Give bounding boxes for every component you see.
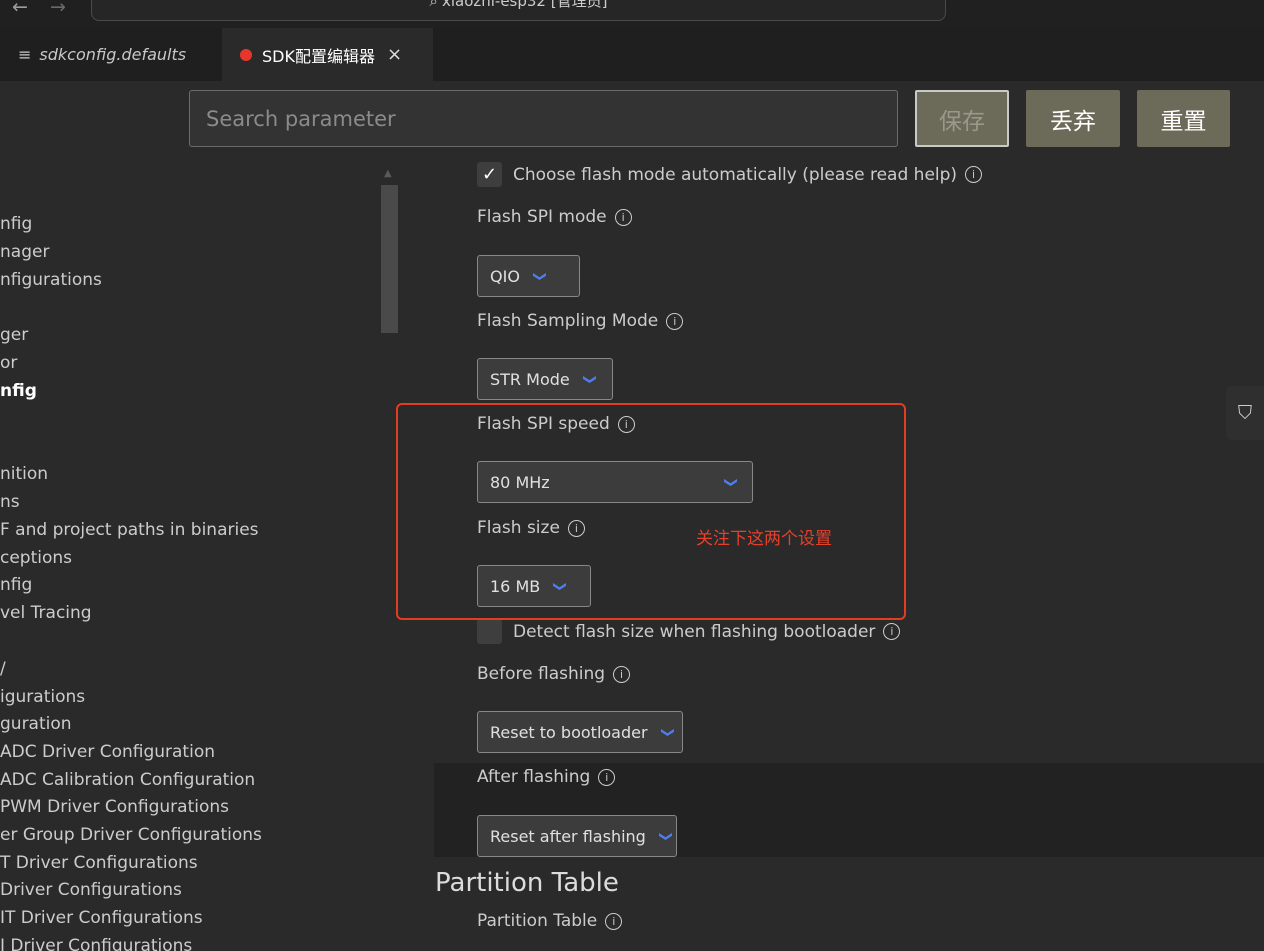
info-icon[interactable]: i: [605, 912, 623, 930]
info-icon[interactable]: i: [965, 166, 983, 183]
window-title: xiaozhi-esp32 [管理员]: [441, 0, 608, 10]
setting-label: Partition Table: [477, 911, 598, 931]
window-title-wrap: ⌕ xiaozhi-esp32 [管理员]: [92, 0, 945, 11]
tab-strip: ≡ sdkconfig.defaults SDK配置编辑器 ×: [0, 28, 1264, 81]
reset-button[interactable]: 重置: [1137, 90, 1230, 147]
tree-item[interactable]: nfig: [0, 575, 32, 595]
tree-item[interactable]: ADC Driver Configuration: [0, 742, 215, 762]
sampling-mode-select[interactable]: STR Mode ❯: [477, 358, 613, 400]
title-bar: ← → ⌕ xiaozhi-esp32 [管理员]: [0, 0, 1264, 28]
before-flashing-select[interactable]: Reset to bootloader ❯: [477, 711, 683, 753]
tab-label: SDK配置编辑器: [262, 46, 375, 66]
info-icon[interactable]: i: [613, 665, 631, 683]
before-label-row: Before flashing i: [477, 664, 631, 684]
tree-item[interactable]: /: [0, 659, 6, 679]
tree-item[interactable]: nager: [0, 242, 49, 262]
tree-item[interactable]: I Driver Configurations: [0, 936, 192, 951]
sampling-label-row: Flash Sampling Mode i: [477, 311, 684, 331]
chevron-down-icon: ❯: [581, 373, 597, 385]
spi-mode-select[interactable]: QIO ❯: [477, 255, 580, 297]
config-tree: nfig nager nfigurations ger or nfig niti…: [0, 160, 380, 951]
spi-mode-label-row: Flash SPI mode i: [477, 207, 632, 227]
tree-item[interactable]: or: [0, 353, 17, 373]
tree-scrollbar[interactable]: [381, 185, 398, 333]
select-value: STR Mode: [490, 369, 570, 389]
auto-mode-row: ✓ Choose flash mode automatically (pleas…: [477, 162, 983, 187]
tree-item[interactable]: er Group Driver Configurations: [0, 825, 262, 845]
chevron-down-icon: ❯: [531, 270, 547, 282]
chevron-down-icon: ❯: [659, 726, 675, 738]
after-flashing-select[interactable]: Reset after flashing ❯: [477, 815, 677, 857]
save-button[interactable]: 保存: [915, 90, 1009, 147]
tree-item[interactable]: igurations: [0, 687, 85, 707]
auto-mode-checkbox[interactable]: ✓: [477, 162, 502, 187]
tree-item[interactable]: vel Tracing: [0, 603, 92, 623]
setting-label: Before flashing: [477, 664, 606, 684]
info-icon[interactable]: i: [598, 768, 616, 786]
tree-item[interactable]: ger: [0, 325, 28, 345]
setting-label: Flash SPI mode: [477, 207, 607, 227]
back-arrow-icon[interactable]: ←: [12, 0, 28, 17]
info-icon[interactable]: i: [666, 312, 684, 330]
close-icon[interactable]: ×: [387, 44, 402, 65]
tab-sdkconfig-defaults[interactable]: ≡ sdkconfig.defaults: [0, 28, 222, 81]
tree-item[interactable]: nfigurations: [0, 270, 102, 290]
annotation-box: [396, 403, 906, 620]
tab-sdk-config-editor[interactable]: SDK配置编辑器 ×: [222, 28, 433, 81]
shield-icon[interactable]: ⛉: [1226, 386, 1264, 440]
select-value: QIO: [490, 266, 520, 286]
partition-label-row: Partition Table i: [477, 911, 623, 931]
chevron-down-icon: ❯: [657, 830, 673, 842]
search-icon: ⌕: [429, 0, 438, 10]
tree-item[interactable]: PWM Driver Configurations: [0, 797, 229, 817]
section-title: Partition Table: [435, 868, 619, 898]
scroll-up-arrow-icon[interactable]: ▲: [384, 168, 392, 179]
detect-size-checkbox[interactable]: [477, 619, 502, 644]
annotation-text: 关注下这两个设置: [696, 529, 832, 549]
info-icon[interactable]: i: [883, 623, 901, 640]
select-value: Reset after flashing: [490, 826, 646, 846]
search-input[interactable]: [189, 90, 898, 147]
select-value: Reset to bootloader: [490, 722, 648, 742]
tree-item[interactable]: ns: [0, 492, 20, 512]
info-icon[interactable]: i: [614, 208, 632, 226]
setting-label: Detect flash size when flashing bootload…: [513, 621, 876, 642]
after-label-row: After flashing i: [477, 767, 616, 787]
tab-label: sdkconfig.defaults: [39, 45, 187, 64]
discard-button[interactable]: 丢弃: [1026, 90, 1120, 147]
tree-item-selected[interactable]: nfig: [0, 381, 37, 401]
tree-item[interactable]: guration: [0, 714, 72, 734]
tree-item[interactable]: Driver Configurations: [0, 880, 182, 900]
tree-item[interactable]: ADC Calibration Configuration: [0, 770, 255, 790]
tree-item[interactable]: T Driver Configurations: [0, 853, 198, 873]
forward-arrow-icon[interactable]: →: [50, 0, 66, 17]
tree-item[interactable]: ceptions: [0, 548, 72, 568]
espressif-icon: [240, 48, 252, 61]
setting-label: After flashing: [477, 767, 591, 787]
tree-item[interactable]: IT Driver Configurations: [0, 908, 203, 928]
tree-item[interactable]: nfig: [0, 214, 32, 234]
detect-row: Detect flash size when flashing bootload…: [477, 619, 901, 644]
tree-item[interactable]: F and project paths in binaries: [0, 520, 259, 540]
command-center[interactable]: ⌕ xiaozhi-esp32 [管理员]: [91, 0, 946, 21]
setting-label: Choose flash mode automatically (please …: [513, 164, 958, 185]
tree-item[interactable]: nition: [0, 464, 48, 484]
menu-lines-icon: ≡: [18, 45, 32, 64]
setting-label: Flash Sampling Mode: [477, 311, 659, 331]
